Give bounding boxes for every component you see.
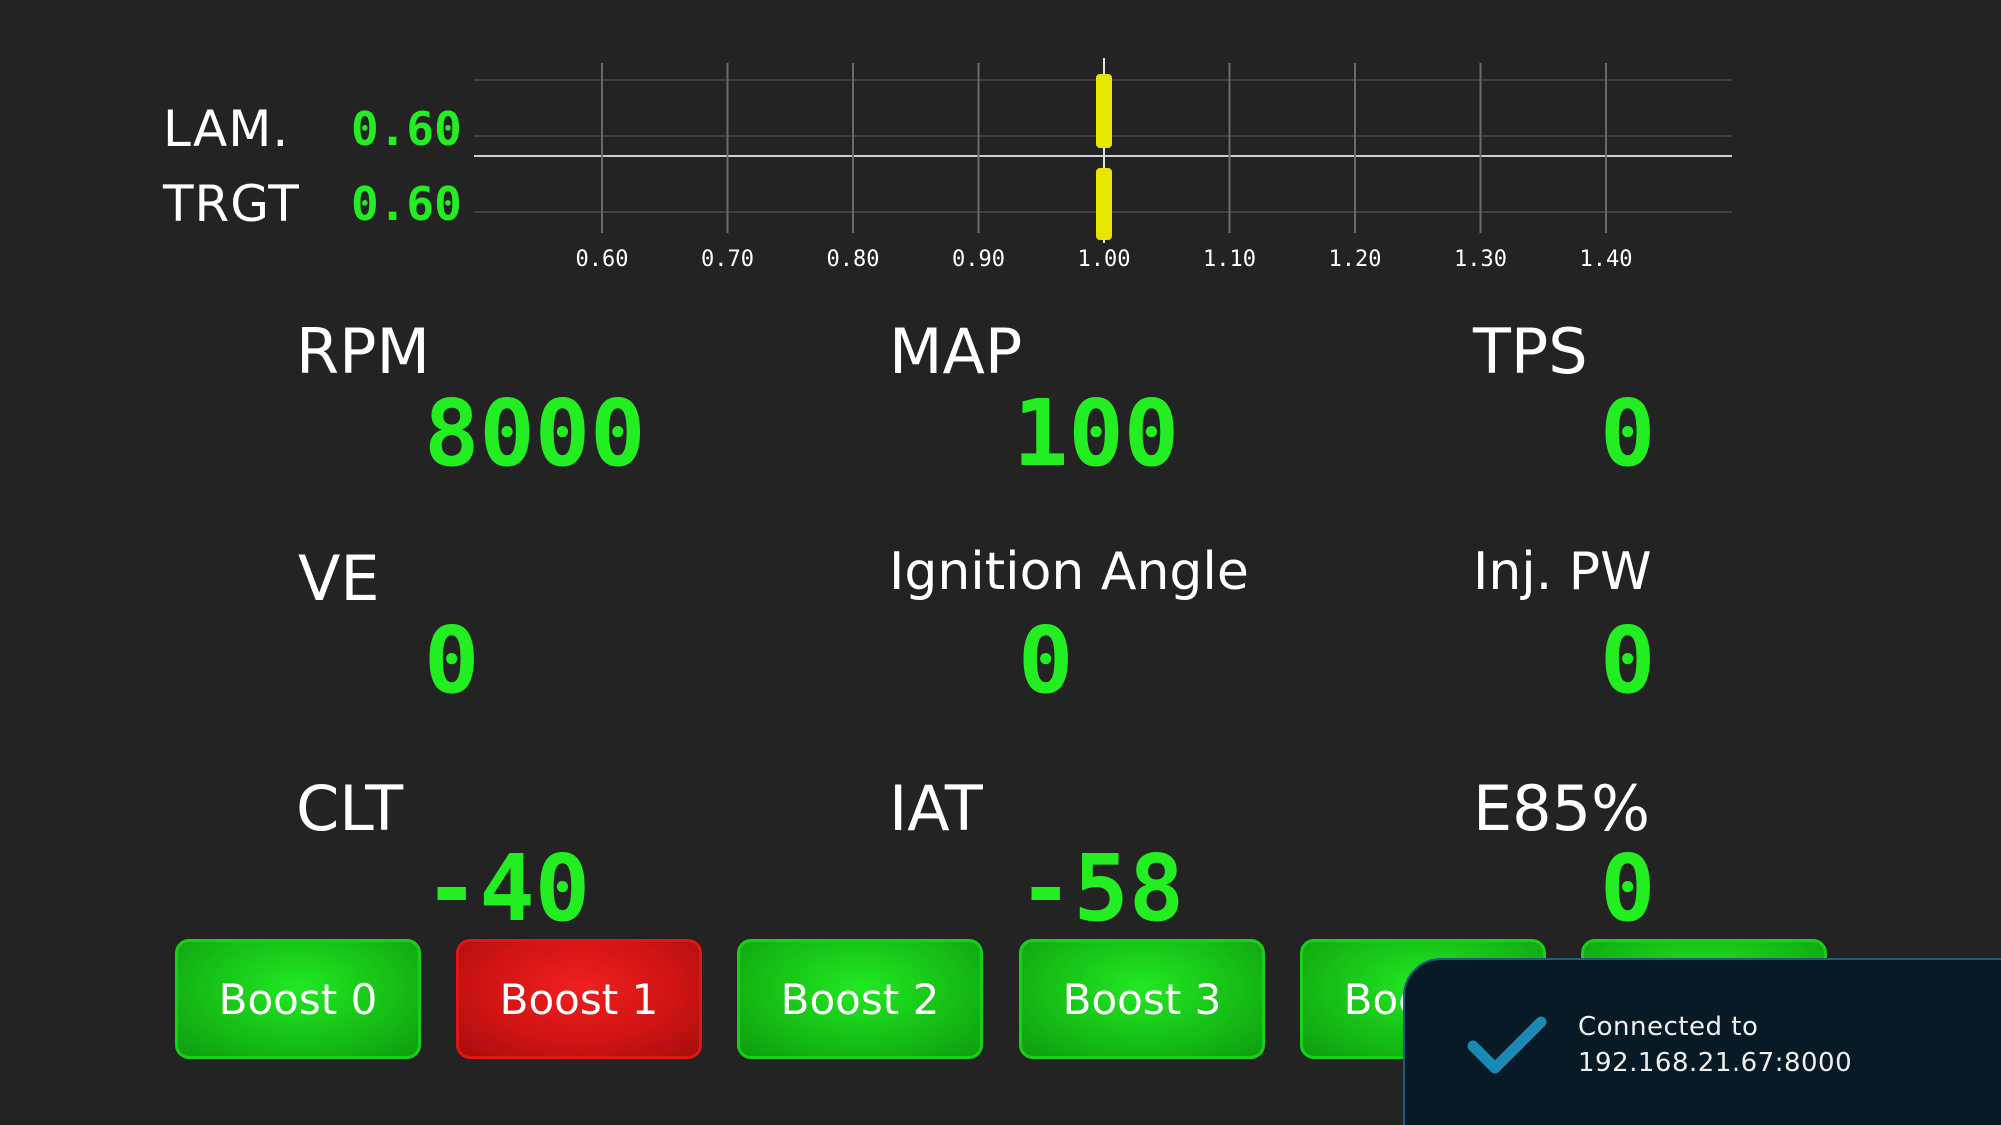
clt-label: CLT xyxy=(296,772,404,845)
target-marker-bar xyxy=(1096,168,1112,240)
map-value: 100 xyxy=(1013,380,1180,487)
axis-tick-label: 0.60 xyxy=(575,247,629,272)
map-label: MAP xyxy=(889,315,1023,388)
dashboard: LAM. 0.60 TRGT 0.60 0.60 0.70 0.80 0.90 1.00… xyxy=(0,0,2001,1125)
toast-address: 192.168.21.67:8000 xyxy=(1578,1048,1853,1078)
ve-value: 0 xyxy=(424,607,480,714)
ignition-angle-value: 0 xyxy=(1018,607,1074,714)
ve-label: VE xyxy=(298,542,380,615)
lambda-bar-graph: 0.60 0.70 0.80 0.90 1.00 1.10 1.20 1.30 1.40 xyxy=(474,58,1732,272)
lambda-label: LAM. xyxy=(163,100,290,158)
toast-title: Connected to xyxy=(1578,1012,1759,1042)
tps-label: TPS xyxy=(1473,315,1588,388)
iat-label: IAT xyxy=(889,772,983,845)
inj-pw-value: 0 xyxy=(1600,607,1656,714)
lambda-target-label: TRGT xyxy=(163,175,300,233)
axis-tick-label: 1.30 xyxy=(1454,247,1507,272)
axis-tick-label: 1.10 xyxy=(1203,247,1256,272)
boost-2-button[interactable]: Boost 2 xyxy=(737,939,983,1059)
lambda-target-value: 0.60 xyxy=(351,177,462,231)
tps-value: 0 xyxy=(1600,380,1656,487)
axis-tick-label: 0.80 xyxy=(826,247,880,272)
boost-0-button[interactable]: Boost 0 xyxy=(175,939,421,1059)
inj-pw-label: Inj. PW xyxy=(1473,542,1652,602)
axis-tick-label: 1.20 xyxy=(1328,247,1382,272)
lambda-graph-svg xyxy=(474,58,1732,243)
rpm-label: RPM xyxy=(296,315,430,388)
checkmark-icon xyxy=(1467,1016,1547,1074)
e85-value: 0 xyxy=(1600,835,1656,942)
axis-tick-label: 1.00 xyxy=(1077,247,1131,272)
boost-3-button[interactable]: Boost 3 xyxy=(1019,939,1265,1059)
ignition-angle-label: Ignition Angle xyxy=(889,542,1249,602)
lambda-marker-bar xyxy=(1096,74,1112,148)
axis-tick-label: 0.90 xyxy=(952,247,1005,272)
axis-tick-label: 1.40 xyxy=(1579,247,1633,272)
iat-value: -58 xyxy=(1018,835,1185,942)
connection-toast[interactable]: Connected to 192.168.21.67:8000 xyxy=(1403,958,2001,1125)
rpm-value: 8000 xyxy=(424,380,646,487)
boost-1-button[interactable]: Boost 1 xyxy=(456,939,702,1059)
lambda-value: 0.60 xyxy=(351,102,462,156)
axis-tick-label: 0.70 xyxy=(701,247,754,272)
clt-value: -40 xyxy=(424,835,591,942)
